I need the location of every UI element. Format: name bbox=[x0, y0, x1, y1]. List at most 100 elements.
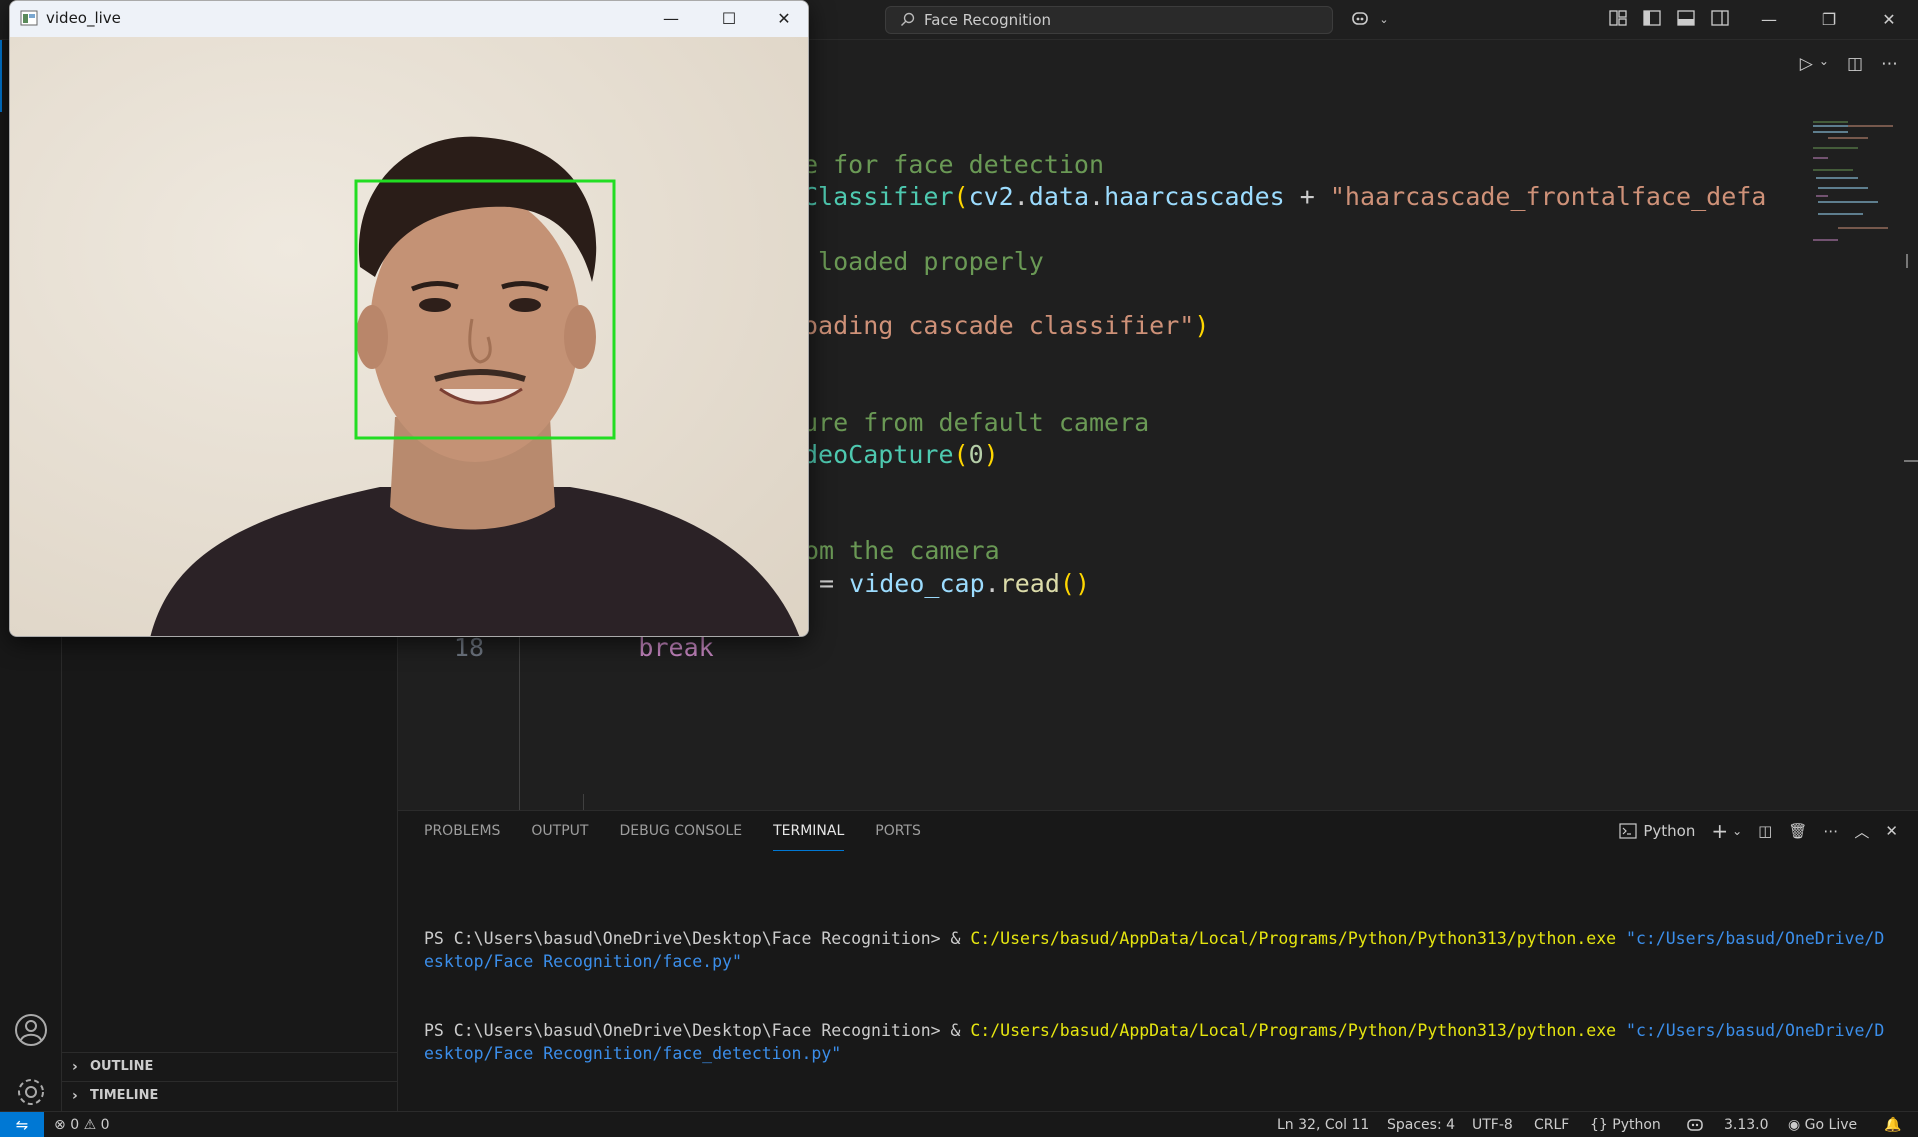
code-token: read bbox=[999, 569, 1060, 598]
panel-tabs: PROBLEMS OUTPUT DEBUG CONSOLE TERMINAL P… bbox=[424, 811, 921, 851]
chevron-right-icon: › bbox=[72, 1087, 78, 1104]
vscode-window: Face Recognition ⌄ — ❐ ✕ › OUTLINE › TIM… bbox=[0, 0, 1918, 1137]
code-token: 0 bbox=[968, 440, 984, 469]
maximize-panel-icon[interactable]: ︿ bbox=[1854, 821, 1869, 842]
language-mode[interactable]: {} Python bbox=[1590, 1112, 1661, 1137]
chevron-down-icon[interactable]: ⌄ bbox=[1374, 10, 1394, 30]
video-window-title: video_live bbox=[46, 9, 121, 27]
code-line: e for face detection bbox=[803, 150, 1104, 179]
toggle-secondary-sidebar-icon[interactable] bbox=[1710, 10, 1730, 30]
code-line: oading cascade classifier") bbox=[803, 311, 1209, 340]
terminal-exe-path: C:/Users/basud/AppData/Local/Programs/Py… bbox=[970, 929, 1617, 948]
cursor-position[interactable]: Ln 32, Col 11 bbox=[1277, 1112, 1369, 1137]
toggle-sidebar-icon[interactable] bbox=[1642, 10, 1662, 30]
code-line: deoCapture(0) bbox=[803, 440, 999, 469]
code-token: e for face detection bbox=[803, 150, 1105, 179]
indentation[interactable]: Spaces: 4 bbox=[1387, 1112, 1455, 1137]
python-version[interactable]: 3.13.0 bbox=[1724, 1112, 1769, 1137]
tab-ports[interactable]: PORTS bbox=[875, 811, 921, 851]
outline-section[interactable]: › OUTLINE bbox=[62, 1052, 398, 1080]
chevron-down-icon[interactable]: ⌄ bbox=[1732, 824, 1742, 838]
encoding[interactable]: UTF-8 bbox=[1472, 1112, 1513, 1137]
editor-actions: ▷ ⌄ ◫ ⋯ bbox=[1800, 54, 1898, 74]
code-token: . bbox=[1089, 182, 1105, 211]
code-line: break bbox=[518, 633, 714, 662]
line-ending[interactable]: CRLF bbox=[1534, 1112, 1569, 1137]
code-token: deoCapture bbox=[803, 440, 954, 469]
trash-icon[interactable]: 🗑 bbox=[1788, 822, 1807, 840]
video-window[interactable]: video_live — ☐ ✕ bbox=[9, 0, 809, 637]
code-token: . bbox=[984, 569, 1000, 598]
code-token: oading cascade classifier" bbox=[803, 311, 1195, 340]
code-token: . bbox=[1013, 182, 1029, 211]
terminal-profile[interactable]: Python bbox=[1619, 822, 1695, 840]
minimap[interactable] bbox=[1808, 118, 1898, 258]
code-token: ) bbox=[1194, 311, 1210, 340]
code-token: ( bbox=[953, 440, 969, 469]
new-terminal-icon[interactable]: + bbox=[1711, 819, 1728, 843]
minimize-icon[interactable]: — bbox=[1740, 0, 1798, 40]
toggle-panel-icon[interactable] bbox=[1676, 10, 1696, 30]
status-bar: ⇋ ⊗ 0 ⚠ 0 Ln 32, Col 11 Spaces: 4 UTF-8 … bbox=[0, 1111, 1918, 1137]
minimize-icon[interactable]: — bbox=[642, 1, 700, 37]
bottom-panel: PROBLEMS OUTPUT DEBUG CONSOLE TERMINAL P… bbox=[398, 810, 1918, 1111]
problems-status[interactable]: ⊗ 0 ⚠ 0 bbox=[54, 1112, 110, 1137]
code-token: loaded properly bbox=[803, 247, 1044, 276]
remote-icon[interactable]: ⇋ bbox=[0, 1112, 44, 1137]
layout-icon[interactable] bbox=[1608, 10, 1628, 30]
copilot-icon[interactable] bbox=[1686, 1112, 1704, 1137]
code-token: + bbox=[1284, 182, 1330, 211]
line-number: 18 bbox=[453, 633, 484, 662]
panel-actions: Python + ⌄ ◫ 🗑 ⋯ ︿ ✕ bbox=[1619, 811, 1898, 851]
close-icon[interactable]: ✕ bbox=[755, 1, 808, 37]
search-icon bbox=[901, 12, 915, 26]
error-icon: ⊗ bbox=[54, 1117, 66, 1133]
maximize-icon[interactable]: ☐ bbox=[700, 1, 758, 37]
code-token: break bbox=[518, 633, 714, 662]
more-actions-icon[interactable]: ⋯ bbox=[1881, 54, 1898, 74]
tab-problems[interactable]: PROBLEMS bbox=[424, 811, 500, 851]
error-count: 0 bbox=[70, 1117, 80, 1133]
command-center[interactable]: Face Recognition bbox=[885, 6, 1333, 34]
code-token: video_cap bbox=[849, 569, 985, 598]
split-editor-icon[interactable]: ◫ bbox=[1847, 54, 1863, 74]
command-center-text: Face Recognition bbox=[924, 11, 1052, 29]
go-live-button[interactable]: ◉ Go Live bbox=[1788, 1112, 1857, 1137]
terminal-prompt: PS C:\Users\basud\OneDrive\Desktop\Face … bbox=[424, 1021, 971, 1040]
chevron-down-icon[interactable]: ⌄ bbox=[1819, 54, 1829, 74]
outline-label: OUTLINE bbox=[90, 1059, 154, 1074]
code-line: Classifier(cv2.data.haarcascades + "haar… bbox=[803, 182, 1766, 211]
tab-debug-console[interactable]: DEBUG CONSOLE bbox=[619, 811, 742, 851]
tab-terminal[interactable]: TERMINAL bbox=[773, 811, 845, 851]
chevron-right-icon: › bbox=[72, 1058, 78, 1075]
active-indicator bbox=[0, 40, 2, 112]
code-token: ) bbox=[983, 440, 999, 469]
warning-count: 0 bbox=[100, 1117, 110, 1133]
timeline-label: TIMELINE bbox=[90, 1088, 159, 1103]
account-icon[interactable] bbox=[13, 1012, 49, 1048]
app-icon bbox=[20, 10, 38, 26]
code-token: haarcascades bbox=[1104, 182, 1285, 211]
code-token: ure from default camera bbox=[803, 408, 1150, 437]
code-token: ( bbox=[953, 182, 969, 211]
video-window-title-bar[interactable]: video_live — ☐ ✕ bbox=[10, 1, 808, 37]
code-token: "haarcascade_frontalface_defa bbox=[1329, 182, 1767, 211]
code-token: data bbox=[1028, 182, 1090, 211]
code-line: loaded properly bbox=[803, 247, 1044, 276]
warning-icon: ⚠ bbox=[83, 1117, 97, 1133]
split-terminal-icon[interactable]: ◫ bbox=[1758, 822, 1772, 840]
code-token: Classifier bbox=[803, 182, 954, 211]
terminal-output[interactable]: PS C:\Users\basud\OneDrive\Desktop\Face … bbox=[424, 881, 1894, 1111]
close-icon[interactable]: ✕ bbox=[1860, 0, 1918, 40]
gear-icon[interactable] bbox=[13, 1074, 49, 1110]
more-actions-icon[interactable]: ⋯ bbox=[1823, 822, 1838, 840]
braces-icon: {} bbox=[1590, 1117, 1608, 1133]
code-token: () bbox=[1059, 569, 1091, 598]
run-icon[interactable]: ▷ bbox=[1800, 54, 1813, 74]
bell-icon[interactable]: 🔔 bbox=[1884, 1112, 1901, 1137]
restore-icon[interactable]: ❐ bbox=[1800, 0, 1858, 40]
copilot-icon[interactable] bbox=[1350, 10, 1370, 30]
timeline-section[interactable]: › TIMELINE bbox=[62, 1081, 398, 1109]
close-panel-icon[interactable]: ✕ bbox=[1885, 822, 1898, 840]
tab-output[interactable]: OUTPUT bbox=[531, 811, 588, 851]
